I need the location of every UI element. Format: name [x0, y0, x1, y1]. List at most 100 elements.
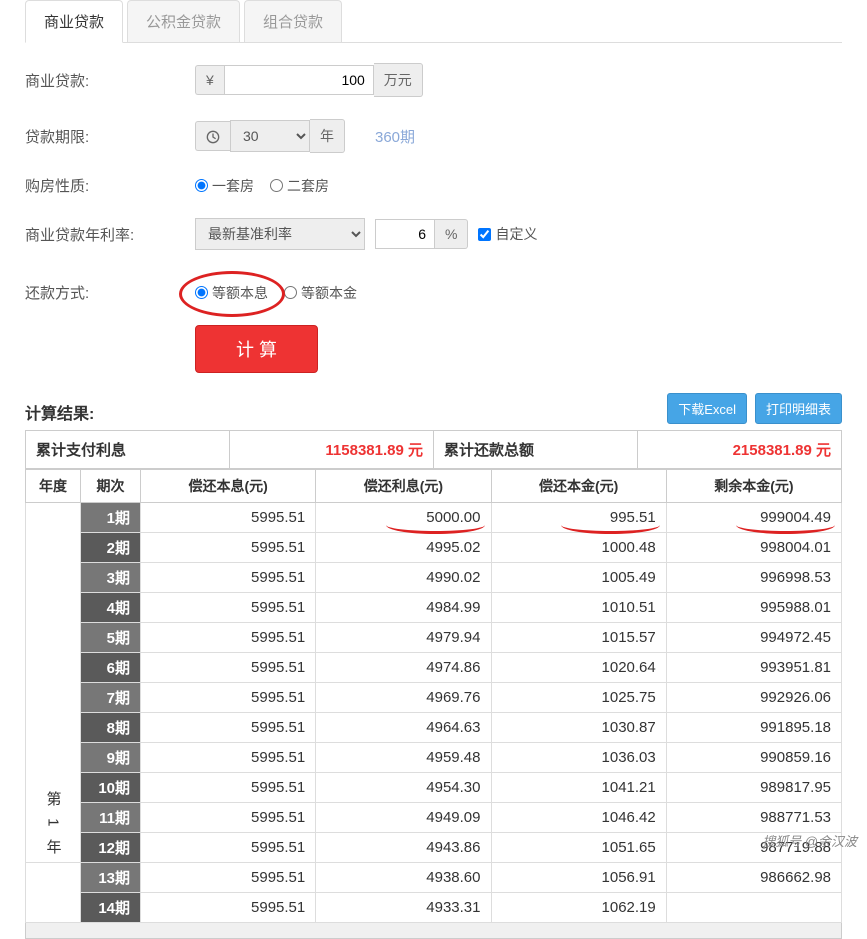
cell-principal: 1015.57 [491, 623, 666, 653]
repay-method-label: 还款方式: [25, 282, 195, 303]
rate-custom-checkbox[interactable]: 自定义 [478, 224, 537, 244]
term-unit-label: 年 [310, 119, 345, 153]
year-cell: 第 1 年 [26, 503, 81, 863]
cell-interest: 4990.02 [316, 563, 491, 593]
rate-label: 商业贷款年利率: [25, 224, 195, 245]
print-detail-button[interactable]: 打印明细表 [755, 393, 842, 424]
cell-principal: 1020.64 [491, 653, 666, 683]
cell-interest: 4964.63 [316, 713, 491, 743]
table-row: 3期5995.514990.021005.49996998.53 [26, 563, 842, 593]
radio-second-home-input[interactable] [270, 179, 283, 192]
period-cell: 10期 [81, 773, 141, 803]
cell-balance: 994972.45 [666, 623, 841, 653]
cell-payment: 5995.51 [141, 803, 316, 833]
rate-unit-label: % [435, 219, 468, 249]
period-cell: 14期 [81, 893, 141, 923]
cell-principal: 1000.48 [491, 533, 666, 563]
radio-equal-installment-input[interactable] [195, 286, 208, 299]
cell-interest: 4969.76 [316, 683, 491, 713]
table-row: 7期5995.514969.761025.75992926.06 [26, 683, 842, 713]
col-balance: 剩余本金(元) [666, 470, 841, 503]
table-row: 12期5995.514943.861051.65987719.88 [26, 833, 842, 863]
table-row: 14期5995.514933.311062.19 [26, 893, 842, 923]
radio-second-home-label: 二套房 [287, 176, 329, 196]
col-interest: 偿还利息(元) [316, 470, 491, 503]
cell-interest: 4943.86 [316, 833, 491, 863]
period-cell: 6期 [81, 653, 141, 683]
cell-interest: 4954.30 [316, 773, 491, 803]
cell-principal: 1056.91 [491, 863, 666, 893]
year-cell [26, 863, 81, 923]
radio-second-home[interactable]: 二套房 [270, 176, 329, 196]
tab-combo[interactable]: 组合贷款 [244, 0, 342, 42]
cell-payment: 5995.51 [141, 623, 316, 653]
download-excel-button[interactable]: 下载Excel [667, 393, 747, 424]
scrollbar[interactable] [25, 923, 842, 939]
radio-equal-installment[interactable]: 等额本息 [195, 283, 268, 303]
cell-interest: 4959.48 [316, 743, 491, 773]
period-cell: 8期 [81, 713, 141, 743]
table-row: 4期5995.514984.991010.51995988.01 [26, 593, 842, 623]
rate-base-select[interactable]: 最新基准利率 [195, 218, 365, 250]
cell-principal: 1062.19 [491, 893, 666, 923]
col-payment: 偿还本息(元) [141, 470, 316, 503]
period-cell: 1期 [81, 503, 141, 533]
rate-custom-checkbox-input[interactable] [478, 228, 491, 241]
period-cell: 5期 [81, 623, 141, 653]
repay-total-value: 2158381.89 元 [638, 431, 842, 469]
rate-input[interactable] [375, 219, 435, 249]
loan-type-tabs: 商业贷款 公积金贷款 组合贷款 [25, 0, 842, 43]
period-cell: 12期 [81, 833, 141, 863]
table-row: 6期5995.514974.861020.64993951.81 [26, 653, 842, 683]
tab-commercial[interactable]: 商业贷款 [25, 0, 123, 43]
col-year: 年度 [26, 470, 81, 503]
term-periods-hint: 360期 [375, 126, 415, 147]
clock-icon [195, 121, 230, 151]
cell-payment: 5995.51 [141, 863, 316, 893]
cell-principal: 995.51 [491, 503, 666, 533]
rate-custom-label: 自定义 [495, 224, 537, 244]
table-row: 11期5995.514949.091046.42988771.53 [26, 803, 842, 833]
radio-first-home-input[interactable] [195, 179, 208, 192]
tab-fund[interactable]: 公积金贷款 [127, 0, 240, 42]
radio-equal-principal[interactable]: 等额本金 [284, 283, 357, 303]
col-period: 期次 [81, 470, 141, 503]
cell-payment: 5995.51 [141, 893, 316, 923]
cell-payment: 5995.51 [141, 533, 316, 563]
loan-amount-input[interactable] [224, 65, 374, 95]
table-row: 10期5995.514954.301041.21989817.95 [26, 773, 842, 803]
cell-payment: 5995.51 [141, 743, 316, 773]
loan-unit-label: 万元 [374, 63, 423, 97]
period-cell: 11期 [81, 803, 141, 833]
cell-principal: 1010.51 [491, 593, 666, 623]
cell-balance: 988771.53 [666, 803, 841, 833]
cell-balance: 991895.18 [666, 713, 841, 743]
cell-balance: 990859.16 [666, 743, 841, 773]
cell-balance: 986662.98 [666, 863, 841, 893]
cell-payment: 5995.51 [141, 503, 316, 533]
table-row: 5期5995.514979.941015.57994972.45 [26, 623, 842, 653]
results-title: 计算结果: [25, 400, 94, 424]
radio-first-home[interactable]: 一套房 [195, 176, 254, 196]
cell-principal: 1041.21 [491, 773, 666, 803]
cell-payment: 5995.51 [141, 683, 316, 713]
cell-interest: 4974.86 [316, 653, 491, 683]
radio-equal-principal-input[interactable] [284, 286, 297, 299]
cell-interest: 4933.31 [316, 893, 491, 923]
period-cell: 9期 [81, 743, 141, 773]
cell-principal: 1025.75 [491, 683, 666, 713]
cell-balance: 993951.81 [666, 653, 841, 683]
cell-principal: 1051.65 [491, 833, 666, 863]
result-table: 年度 期次 偿还本息(元) 偿还利息(元) 偿还本金(元) 剩余本金(元) 第 … [25, 469, 842, 923]
cell-payment: 5995.51 [141, 593, 316, 623]
loan-term-select[interactable]: 30 [230, 120, 310, 152]
cell-balance: 995988.01 [666, 593, 841, 623]
table-row: 9期5995.514959.481036.03990859.16 [26, 743, 842, 773]
table-row: 第 1 年1期5995.515000.00995.51999004.49 [26, 503, 842, 533]
table-row: 8期5995.514964.631030.87991895.18 [26, 713, 842, 743]
loan-amount-label: 商业贷款: [25, 70, 195, 91]
loan-term-label: 贷款期限: [25, 126, 195, 147]
cell-principal: 1005.49 [491, 563, 666, 593]
calculate-button[interactable]: 计 算 [195, 325, 318, 373]
watermark: 搜狐号 @余汉波 [762, 831, 857, 850]
